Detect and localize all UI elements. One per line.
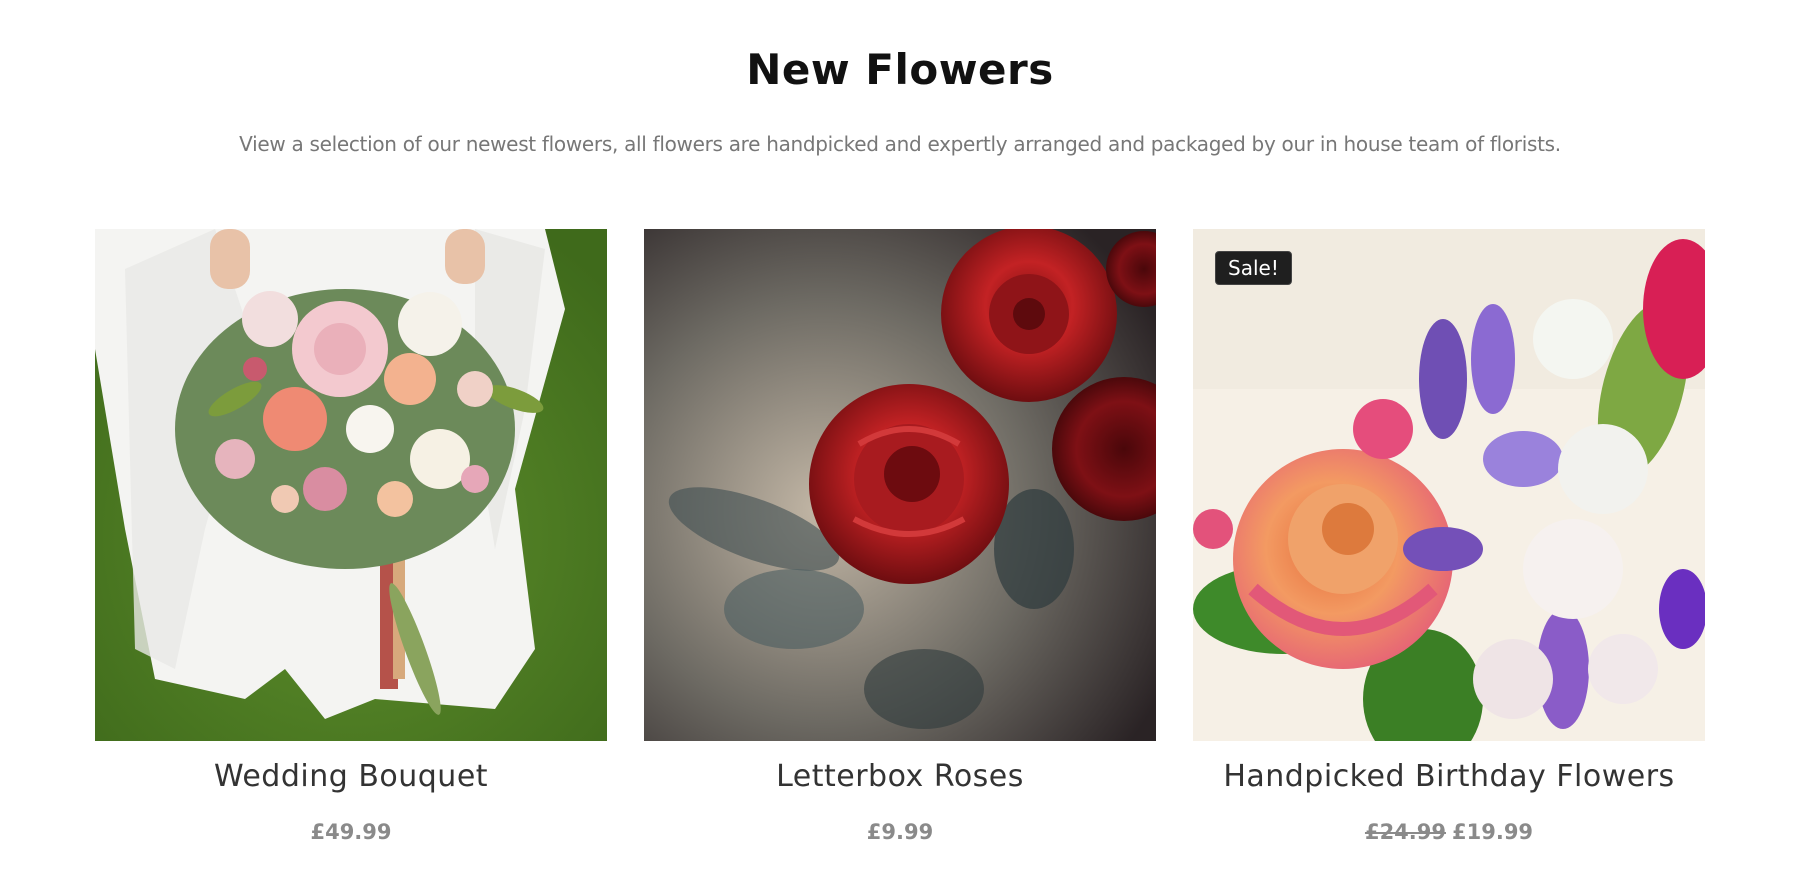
product-grid: Wedding Bouquet £49.99 Letterbox Roses £… [95, 229, 1705, 847]
price-current: £49.99 [310, 820, 392, 844]
price-current: £9.99 [866, 820, 934, 844]
price-current: £19.99 [1452, 820, 1534, 844]
product-name[interactable]: Letterbox Roses [776, 755, 1024, 799]
wedding-bouquet-image[interactable] [95, 229, 607, 741]
sale-badge: Sale! [1215, 251, 1292, 285]
product-card-handpicked-birthday-flowers[interactable]: Sale! Handpicked Birthday Flowers £24.99… [1193, 229, 1705, 847]
product-card-wedding-bouquet[interactable]: Wedding Bouquet £49.99 [95, 229, 607, 847]
new-flowers-section: New Flowers View a selection of our newe… [0, 0, 1800, 884]
price-original: £24.99 [1364, 820, 1446, 844]
product-price: £49.99 [310, 817, 391, 847]
birthday-flowers-image[interactable]: Sale! [1193, 229, 1705, 741]
red-roses-image[interactable] [644, 229, 1156, 741]
product-name[interactable]: Wedding Bouquet [214, 755, 488, 799]
product-card-letterbox-roses[interactable]: Letterbox Roses £9.99 [644, 229, 1156, 847]
product-price: £24.99 £19.99 [1365, 817, 1533, 847]
product-name[interactable]: Handpicked Birthday Flowers [1223, 755, 1674, 799]
section-subtitle: View a selection of our newest flowers, … [239, 132, 1561, 156]
product-price: £9.99 [867, 817, 933, 847]
section-title: New Flowers [746, 45, 1054, 94]
